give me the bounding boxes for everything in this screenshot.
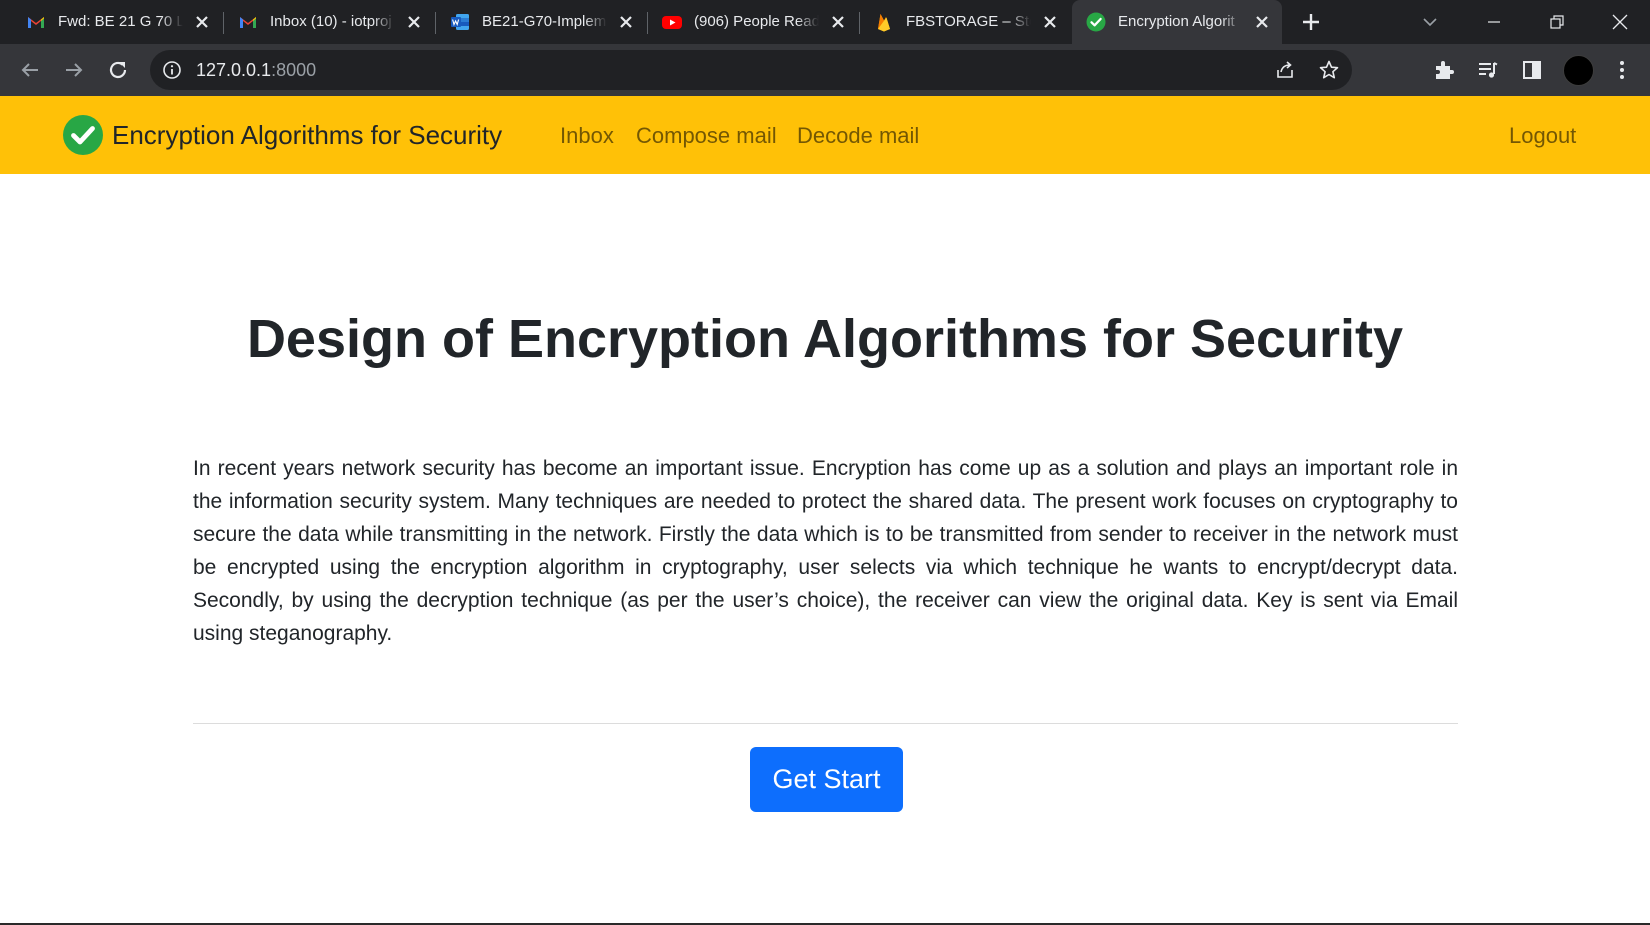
word-icon: [451, 14, 469, 30]
restore-icon[interactable]: [1545, 10, 1569, 34]
new-tab-icon[interactable]: [1300, 11, 1322, 33]
browser-tab[interactable]: Inbox (10) - iotproj: [224, 0, 429, 44]
gmail-icon: [28, 17, 44, 28]
description-paragraph: In recent years network security has bec…: [193, 457, 1458, 645]
tab-title: Fwd: BE 21 G 70 La: [58, 13, 183, 30]
bookmark-star-icon[interactable]: [1318, 59, 1340, 81]
nav-link-inbox[interactable]: Inbox: [560, 123, 614, 149]
share-icon[interactable]: [1274, 59, 1296, 81]
gmail-icon: [240, 17, 256, 28]
nav-link-compose-mail[interactable]: Compose mail: [636, 123, 777, 149]
site-info-icon[interactable]: [162, 60, 182, 80]
tab-title: Inbox (10) - iotproj: [270, 13, 392, 30]
url-host: 127.0.0.1: [196, 60, 272, 80]
tab-title: FBSTORAGE – Stor: [906, 13, 1031, 30]
back-icon[interactable]: [18, 58, 42, 82]
close-tab-icon[interactable]: [192, 12, 212, 32]
browser-tab[interactable]: FBSTORAGE – Stor: [860, 0, 1065, 44]
browser-tab[interactable]: Fwd: BE 21 G 70 La: [12, 0, 217, 44]
close-tab-icon[interactable]: [404, 12, 424, 32]
tab-search-icon[interactable]: [1418, 10, 1442, 34]
check-circle-icon[interactable]: [62, 114, 104, 156]
url-text[interactable]: 127.0.0.1:8000: [196, 60, 316, 81]
side-panel-icon[interactable]: [1520, 58, 1544, 82]
tab-title: Encryption Algorit: [1118, 13, 1235, 30]
menu-dots-icon[interactable]: [1610, 58, 1634, 82]
tab-title: (906) People Read: [694, 13, 819, 30]
nav-link-logout[interactable]: Logout: [1509, 123, 1576, 149]
browser-tabstrip: Fwd: BE 21 G 70 La Inbox (10) - iotproj …: [0, 0, 1650, 44]
divider: [193, 723, 1458, 724]
close-tab-icon[interactable]: [616, 12, 636, 32]
reload-icon[interactable]: [106, 58, 130, 82]
browser-tab-active[interactable]: Encryption Algorit: [1072, 0, 1282, 44]
extensions-icon[interactable]: [1432, 58, 1456, 82]
media-control-icon[interactable]: [1476, 58, 1500, 82]
nav-link-decode-mail[interactable]: Decode mail: [797, 123, 919, 149]
browser-toolbar: 127.0.0.1:8000: [0, 44, 1650, 96]
close-tab-icon[interactable]: [1040, 12, 1060, 32]
url-port: :8000: [271, 60, 317, 80]
check-circle-icon: [1086, 12, 1106, 32]
tab-title: BE21-G70-Implem: [482, 13, 607, 30]
youtube-icon: [662, 16, 682, 29]
site-navbar: Encryption Algorithms for Security Inbox…: [0, 96, 1650, 174]
navbar-brand[interactable]: Encryption Algorithms for Security: [112, 120, 502, 151]
minimize-icon[interactable]: [1482, 10, 1506, 34]
close-tab-icon[interactable]: [828, 12, 848, 32]
get-start-button[interactable]: Get Start: [750, 747, 903, 812]
firebase-icon: [878, 14, 890, 32]
profile-avatar[interactable]: [1563, 55, 1594, 86]
page-title: Design of Encryption Algorithms for Secu…: [246, 309, 1404, 369]
close-window-icon[interactable]: [1608, 10, 1632, 34]
browser-tab[interactable]: (906) People Read: [648, 0, 853, 44]
address-bar[interactable]: 127.0.0.1:8000: [150, 50, 1352, 90]
close-tab-icon[interactable]: [1252, 12, 1272, 32]
forward-icon[interactable]: [62, 58, 86, 82]
browser-tab[interactable]: BE21-G70-Implem: [436, 0, 641, 44]
